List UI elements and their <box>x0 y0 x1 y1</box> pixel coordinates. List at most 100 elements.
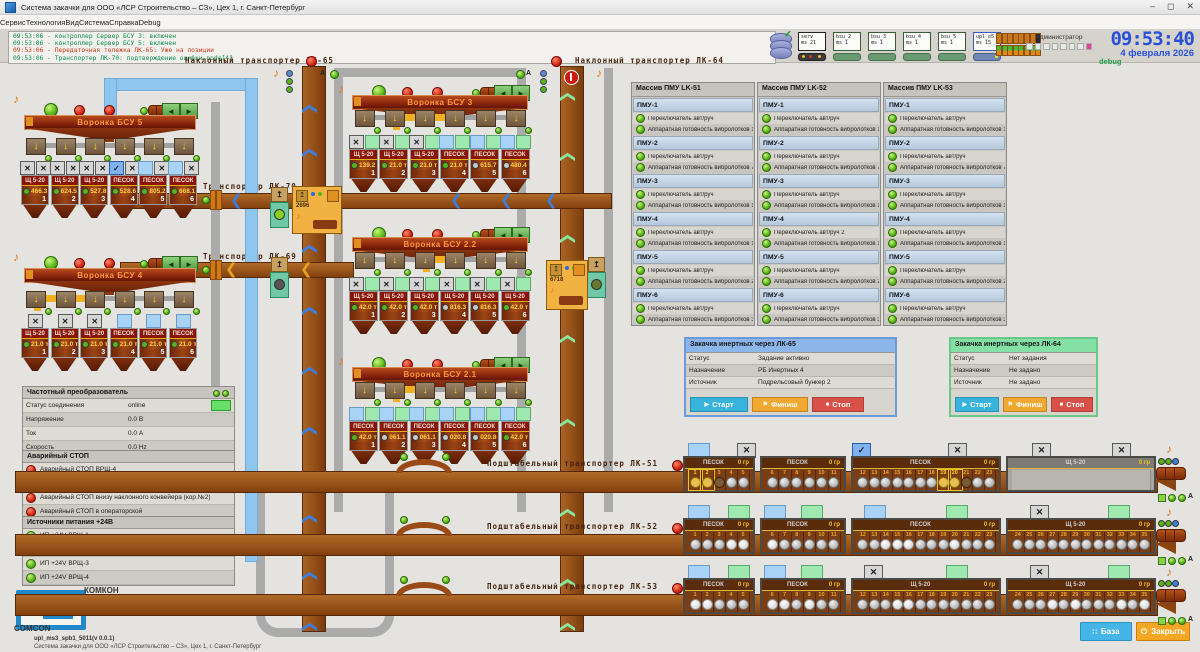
bin-checkbox[interactable] <box>455 407 470 421</box>
bin-checkbox[interactable] <box>455 135 470 149</box>
bin-checkbox[interactable] <box>395 407 410 421</box>
storage-bin[interactable]: Щ 5-20816.3 т5 <box>470 291 499 334</box>
injection-start-button[interactable]: ▶Старт <box>955 397 999 412</box>
storage-bin[interactable]: ПЕСОК42.0 т1 <box>349 421 378 464</box>
discharge-gate-button[interactable]: ↓ <box>355 110 375 127</box>
storage-bin[interactable]: ПЕСОК21.0 т5 <box>139 328 167 371</box>
discharge-gate-button[interactable]: ↓ <box>476 382 496 399</box>
base-button[interactable]: ∷ База <box>1080 622 1132 641</box>
bin-checkbox[interactable] <box>365 407 380 421</box>
bin-checkbox[interactable]: ✕ <box>470 277 485 291</box>
discharge-gate-button[interactable]: ↓ <box>506 110 526 127</box>
storage-bin[interactable]: Щ 5-2042.0 т3 <box>410 291 439 334</box>
storage-bin[interactable]: ПЕСОК480.4 т6 <box>501 149 530 192</box>
storage-bin[interactable]: ПЕСОК805.2 т5 <box>139 175 167 218</box>
database-icon[interactable]: ✔ <box>770 33 792 57</box>
bin-checkbox[interactable]: ✕ <box>28 314 43 328</box>
discharge-gate-button[interactable]: ↓ <box>115 291 135 308</box>
bin-checkbox[interactable]: ✕ <box>349 277 364 291</box>
bin-checkbox[interactable] <box>516 277 531 291</box>
discharge-gate-button[interactable]: ↓ <box>26 291 46 308</box>
discharge-gate-button[interactable]: ↓ <box>115 138 135 155</box>
storage-bin[interactable]: ПЕСОК061.1 т3 <box>410 421 439 464</box>
storage-bin[interactable]: Щ 5-2021.0 т2 <box>51 328 79 371</box>
storage-bin[interactable]: ПЕСОК21.0 т4 <box>110 328 138 371</box>
bin-checkbox[interactable] <box>470 407 485 421</box>
transfer-cart-6718[interactable]: ↥6718♪ <box>546 260 588 310</box>
discharge-gate-button[interactable]: ↓ <box>476 110 496 127</box>
discharge-gate-button[interactable]: ↓ <box>144 138 164 155</box>
bin-checkbox[interactable] <box>365 135 380 149</box>
bin-checkbox[interactable]: ✓ <box>109 161 124 175</box>
discharge-gate-button[interactable]: ↓ <box>56 138 76 155</box>
menu-item-2[interactable]: Технология <box>26 18 66 27</box>
storage-bin[interactable]: ПЕСОК21.0 т6 <box>169 328 197 371</box>
bin-checkbox[interactable]: ✕ <box>50 161 65 175</box>
bin-checkbox[interactable]: ✕ <box>87 314 102 328</box>
storage-bin[interactable]: ПЕСОК42.0 т6 <box>501 421 530 464</box>
discharge-gate-button[interactable]: ↓ <box>85 138 105 155</box>
bin-checkbox[interactable] <box>516 407 531 421</box>
bin-checkbox[interactable]: ✕ <box>20 161 35 175</box>
bin-checkbox[interactable] <box>379 407 394 421</box>
storage-bin[interactable]: ПЕСОК668.1 т6 <box>169 175 197 218</box>
menu-item-3[interactable]: Вид <box>65 18 79 27</box>
discharge-gate-button[interactable]: ↓ <box>445 110 465 127</box>
bin-checkbox[interactable] <box>500 135 515 149</box>
bin-checkbox[interactable] <box>516 135 531 149</box>
bin-checkbox[interactable] <box>486 277 501 291</box>
bin-checkbox[interactable] <box>395 135 410 149</box>
minimize-button[interactable]: – <box>1150 1 1155 12</box>
bin-checkbox[interactable]: ✕ <box>79 161 94 175</box>
bin-checkbox[interactable] <box>168 161 183 175</box>
injection-stop-button[interactable]: ■Стоп <box>812 397 864 412</box>
storage-bin[interactable]: ПЕСОК615.7 т5 <box>470 149 499 192</box>
storage-bin[interactable]: Щ 5-20816.3 т4 <box>440 291 469 334</box>
bin-checkbox[interactable] <box>176 314 191 328</box>
discharge-gate-button[interactable]: ↓ <box>506 382 526 399</box>
device-bsu_2[interactable]: bsu_2ms 1 <box>833 32 861 61</box>
bin-checkbox[interactable] <box>470 135 485 149</box>
storage-bin[interactable]: Щ 5-20624.5 т2 <box>51 175 79 218</box>
bin-checkbox[interactable] <box>500 407 515 421</box>
discharge-gate-button[interactable]: ↓ <box>445 382 465 399</box>
storage-bin[interactable]: Щ 5-2042.0 т2 <box>379 291 408 334</box>
bin-checkbox[interactable] <box>425 277 440 291</box>
storage-bin[interactable]: Щ 5-2021.0 т3 <box>410 149 439 192</box>
discharge-gate-button[interactable]: ↓ <box>506 252 526 269</box>
device-bsu_3[interactable]: bsu_3ms 1 <box>868 32 896 61</box>
discharge-gate-button[interactable]: ↓ <box>476 252 496 269</box>
bin-checkbox[interactable]: ✕ <box>184 161 199 175</box>
discharge-gate-button[interactable]: ↓ <box>26 138 46 155</box>
discharge-gate-button[interactable]: ↓ <box>415 110 435 127</box>
bin-checkbox[interactable] <box>365 277 380 291</box>
menu-item-6[interactable]: Debug <box>139 18 161 27</box>
storage-bin[interactable]: Щ 5-2021.0 т3 <box>80 328 108 371</box>
discharge-gate-button[interactable]: ↓ <box>385 110 405 127</box>
bin-checkbox[interactable]: ✕ <box>409 135 424 149</box>
menu-item-1[interactable]: Сервис <box>0 18 26 27</box>
maximize-button[interactable]: ◻ <box>1167 1 1174 12</box>
storage-bin[interactable]: Щ 5-20527.8 т3 <box>80 175 108 218</box>
injection-start-button[interactable]: ▶Старт <box>690 397 748 412</box>
injection-stop-button[interactable]: ■Стоп <box>1051 397 1093 412</box>
discharge-gate-button[interactable]: ↓ <box>355 382 375 399</box>
discharge-gate-button[interactable]: ↓ <box>445 252 465 269</box>
storage-bin[interactable]: Щ 5-2042.0 т1 <box>349 291 378 334</box>
bin-checkbox[interactable] <box>486 407 501 421</box>
discharge-gate-button[interactable]: ↓ <box>144 291 164 308</box>
bin-checkbox[interactable]: ✕ <box>379 135 394 149</box>
bin-checkbox[interactable] <box>146 314 161 328</box>
injection-finish-button[interactable]: ⚑Финиш <box>752 397 808 412</box>
discharge-gate-button[interactable]: ↓ <box>415 252 435 269</box>
discharge-gate-button[interactable]: ↓ <box>85 291 105 308</box>
diverter-gate-icon[interactable]: ↥ <box>271 187 288 202</box>
bin-checkbox[interactable] <box>117 314 132 328</box>
bin-checkbox[interactable] <box>425 407 440 421</box>
close-icon[interactable]: ✕ <box>1186 1 1194 12</box>
bin-checkbox[interactable] <box>439 407 454 421</box>
storage-bin[interactable]: ПЕСОК21.0 т4 <box>440 149 469 192</box>
bin-checkbox[interactable] <box>409 407 424 421</box>
diverter-gate-icon[interactable]: ↥ <box>588 257 605 272</box>
discharge-gate-button[interactable]: ↓ <box>56 291 76 308</box>
